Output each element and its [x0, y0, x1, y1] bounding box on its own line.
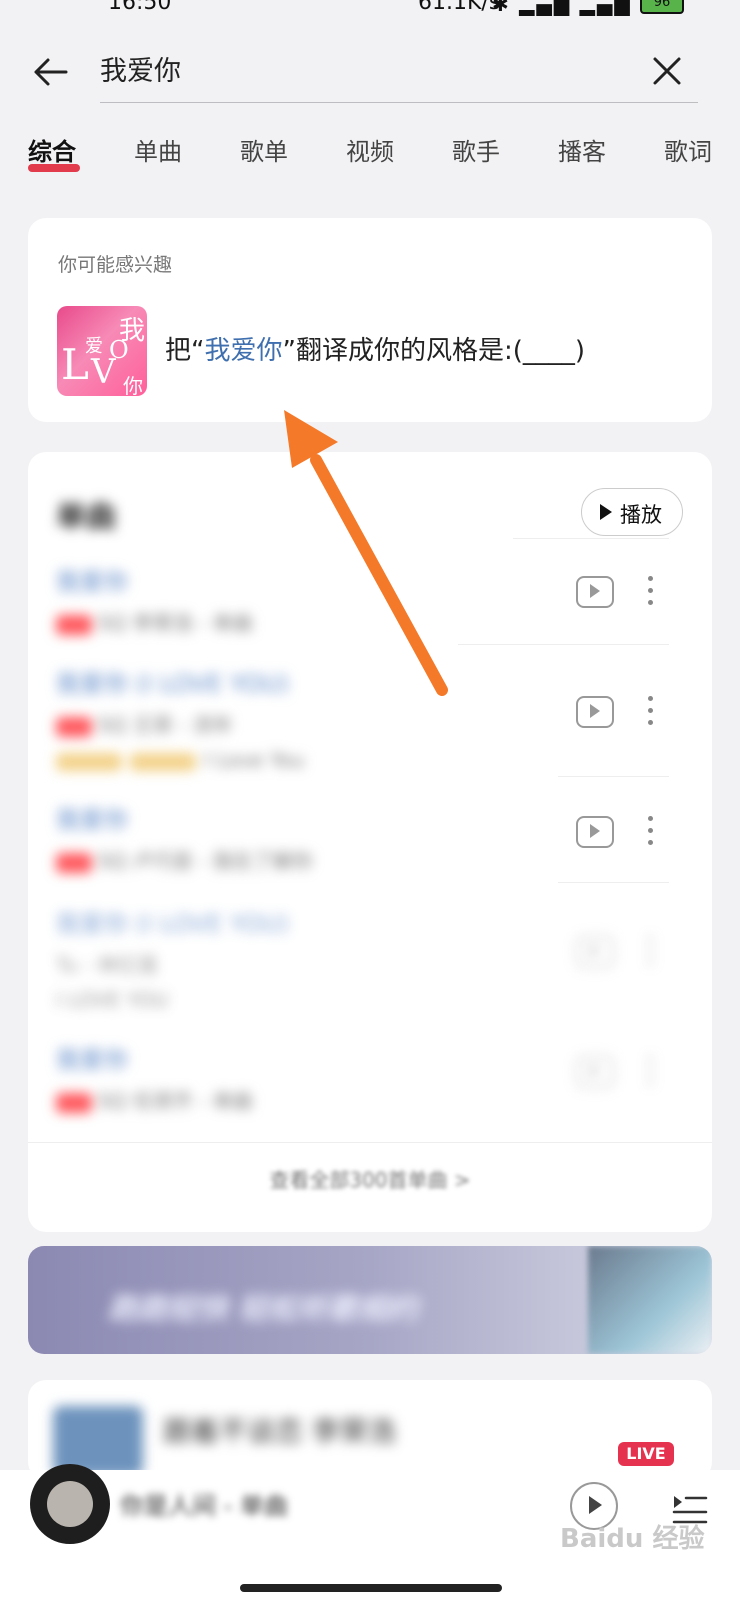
search-underline — [100, 102, 698, 103]
album-disc[interactable] — [30, 1464, 110, 1544]
divider — [513, 538, 669, 539]
more-icon[interactable] — [648, 1056, 654, 1086]
tab-podcasts[interactable]: 播客 — [558, 134, 606, 170]
tag — [56, 752, 122, 771]
tag — [130, 752, 196, 771]
more-icon[interactable] — [648, 816, 654, 846]
more-icon[interactable] — [648, 576, 654, 606]
thumb-char: L — [61, 340, 89, 389]
song-meta: SQ 任贤齐 - 单曲 — [56, 1085, 686, 1114]
quality-tag — [56, 1092, 92, 1113]
song-extra: I Love You — [56, 748, 686, 772]
quality-tag — [56, 852, 92, 873]
more-icon[interactable] — [648, 696, 654, 726]
view-all-songs-link[interactable]: 查看全部300首单曲 > — [28, 1164, 712, 1193]
interest-suggestion[interactable]: 把“我爱你”翻译成你的风格是:(____) — [165, 330, 585, 367]
video-play-icon[interactable] — [576, 576, 614, 608]
tab-playlists[interactable]: 歌单 — [240, 134, 288, 170]
song-meta: SQ 卢巧音 - 我在了解你 — [56, 845, 686, 874]
song-name: 我爱你 (I LOVE YOU) — [56, 670, 290, 698]
mini-player[interactable]: 你是人间 - 单曲 Baidu 经验 — [0, 1464, 740, 1600]
watermark: Baidu 经验 — [560, 1524, 705, 1554]
interest-highlight: 我爱你 — [204, 336, 283, 366]
divider — [558, 776, 669, 777]
search-input[interactable]: 我爱你 — [100, 52, 630, 92]
song-meta-text: SQ 李荣浩 - 单曲 — [98, 611, 253, 635]
status-time: 16:50 — [108, 0, 172, 15]
song-extra-text: I Love You — [204, 748, 305, 772]
songs-section: 单曲 播放 我爱你 SQ 李荣浩 - 单曲 我爱你 (I LOVE YOU) S… — [28, 452, 712, 1232]
play-icon — [589, 1496, 602, 1514]
video-play-icon[interactable] — [576, 696, 614, 728]
banner-image — [588, 1246, 712, 1354]
live-name: 跟着不谈恋 李荣浩 — [163, 1415, 396, 1448]
song-meta-text: SQ 任贤齐 - 单曲 — [98, 1089, 253, 1113]
thumb-char: V — [91, 352, 116, 392]
arrow-left-icon[interactable] — [30, 52, 70, 92]
thumb-char: 你 — [123, 374, 143, 396]
play-all-label: 播放 — [620, 503, 662, 527]
quality-tag — [56, 614, 92, 635]
close-icon[interactable] — [650, 54, 684, 88]
video-play-icon[interactable] — [576, 936, 614, 968]
interest-card: 你可能感兴趣 我 爱 L O V 你 把“我爱你”翻译成你的风格是:(____) — [28, 218, 712, 422]
tab-lyrics[interactable]: 歌词 — [664, 134, 712, 170]
search-bar: 我爱你 — [0, 42, 740, 112]
divider — [558, 882, 669, 883]
divider — [458, 644, 669, 645]
promo-banner[interactable]: 跑跑轻快 轻松听歌相约 — [28, 1246, 712, 1354]
song-name: 我爱你 (I LOVE YOU) — [56, 910, 290, 938]
play-all-button[interactable]: 播放 — [581, 488, 683, 536]
battery-icon: 96 — [640, 0, 684, 14]
home-indicator — [240, 1584, 502, 1592]
interest-suffix: ”翻译成你的风格是:(____) — [282, 336, 586, 366]
status-icons: ✱ ▂▄▆ ▂▄▆ ◠ — [492, 0, 660, 16]
tab-songs[interactable]: 单曲 — [134, 134, 182, 170]
tab-comprehensive[interactable]: 综合 — [28, 134, 76, 170]
tab-artists[interactable]: 歌手 — [452, 134, 500, 170]
status-bar: 16:50 61.1K/s ✱ ▂▄▆ ▂▄▆ ◠ 96 — [0, 0, 740, 22]
tab-videos[interactable]: 视频 — [346, 134, 394, 170]
song-meta-text: SQ 王菲 - 流年 — [98, 713, 233, 737]
network-speed: 61.1K/s — [418, 0, 501, 15]
more-icon[interactable] — [648, 936, 654, 966]
song-meta: SQ 李荣浩 - 单曲 — [56, 607, 686, 636]
play-icon — [600, 504, 612, 520]
live-badge: LIVE — [618, 1442, 674, 1466]
song-meta-text: SQ 卢巧音 - 我在了解你 — [98, 849, 313, 873]
divider — [28, 1142, 712, 1143]
interest-title: 你可能感兴趣 — [58, 254, 173, 276]
song-extra: I LOVE YOU — [56, 988, 169, 1012]
section-title: 单曲 — [56, 500, 116, 535]
live-item[interactable]: 跟着不谈恋 李荣浩 LIVE — [28, 1380, 712, 1480]
quality-tag — [56, 716, 92, 737]
search-tabs: 综合 单曲 歌单 视频 歌手 播客 歌词 — [0, 134, 740, 184]
video-play-icon[interactable] — [576, 816, 614, 848]
player-title: 你是人间 - 单曲 — [120, 1492, 288, 1520]
video-play-icon[interactable] — [576, 1056, 614, 1088]
interest-prefix: 把“ — [165, 336, 205, 366]
banner-text: 跑跑轻快 轻松听歌相约 — [108, 1292, 419, 1327]
interest-thumbnail[interactable]: 我 爱 L O V 你 — [57, 306, 147, 396]
